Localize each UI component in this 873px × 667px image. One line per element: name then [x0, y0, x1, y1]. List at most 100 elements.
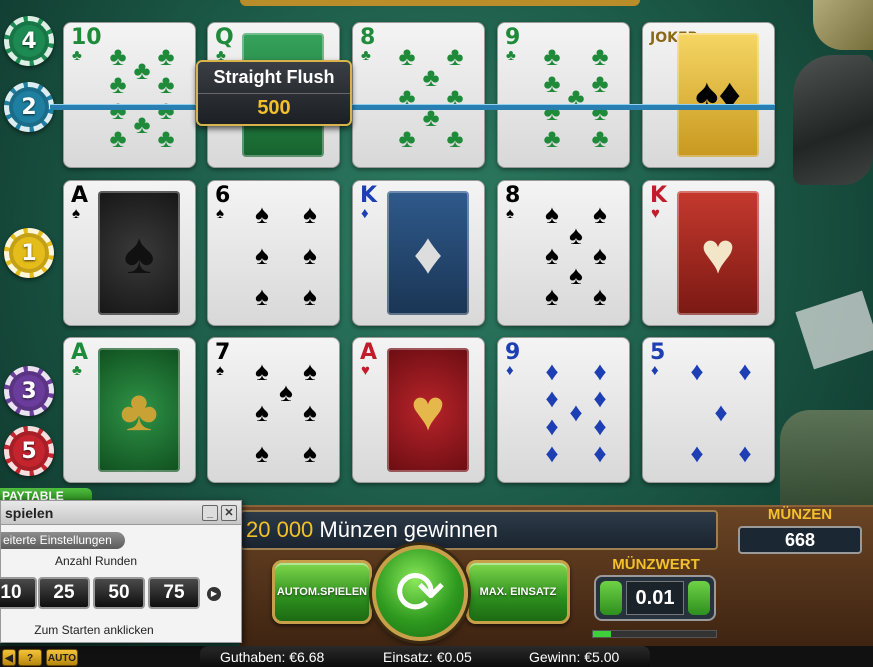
spades-icon: ♠ — [255, 437, 269, 468]
card-pips: ♣ ♣ ♣ ♣ ♣ ♣ ♣ ♣ ♣ — [528, 33, 624, 161]
spades-icon: ♠ — [72, 205, 80, 222]
coin-value-level-fill — [593, 631, 612, 637]
card-row1-1[interactable]: 10♣♣♣♣♣♣♣♣♣♣♣ — [63, 22, 196, 168]
card-face-art: ♣ — [98, 348, 180, 472]
card-row3-5[interactable]: 5 ♦ ♦ ♦ ♦ ♦ ♦ — [642, 337, 775, 483]
rounds-option[interactable]: 50 — [93, 577, 145, 609]
rounds-option[interactable]: 75 — [148, 577, 200, 609]
spades-icon: ♠ — [255, 356, 269, 387]
card-face-art: ♥ — [677, 191, 759, 315]
clubs-icon: ♣ — [109, 41, 127, 72]
message-text: Münzen gewinnen — [313, 517, 498, 542]
clubs-icon: ♣ — [506, 47, 516, 64]
line-chip-3[interactable]: 3 — [4, 366, 54, 416]
clubs-icon: ♣ — [543, 67, 561, 98]
spades-icon: ♠ — [303, 397, 317, 427]
clubs-icon: ♣ — [157, 69, 175, 100]
coin-value-increase-button[interactable] — [688, 581, 710, 615]
diamonds-icon: ♦ — [690, 356, 704, 387]
diamonds-icon: ♦ — [593, 382, 607, 413]
card-pips: ♠ ♠ ♠ ♠ ♠ ♠ ♠ ♠ — [528, 191, 624, 319]
card-row3-3[interactable]: A ♥ ♥ — [352, 337, 485, 483]
spades-icon: ♠ — [303, 199, 317, 230]
rounds-option[interactable]: 10 — [0, 577, 37, 609]
card-rank: JOKER — [650, 30, 699, 46]
card-pips: ♠ ♠ ♠ ♠ ♠ ♠ — [238, 191, 334, 319]
banknote-image — [795, 290, 873, 370]
card-pips: ♠ ♠ ♠ ♠ ♠ ♠ ♠ — [238, 348, 334, 476]
spades-icon: ♠ — [569, 219, 583, 250]
clubs-icon: ♣ — [109, 69, 127, 100]
line-chip-4[interactable]: 4 — [4, 16, 54, 66]
diamonds-icon: ♦ — [545, 356, 559, 387]
card-row1-5[interactable]: JOKER ♠♦ — [642, 22, 775, 168]
clubs-icon: ♣ — [361, 47, 371, 64]
card-row3-1[interactable]: A ♣ ♣ — [63, 337, 196, 483]
autoplay-window-title: spielen — [5, 505, 54, 521]
card-face-art: ♠ — [98, 191, 180, 315]
max-bet-button[interactable]: MAX. EINSATZ — [466, 560, 570, 624]
bet-text: Einsatz: €0.05 — [383, 649, 472, 665]
diamonds-icon: ♦ — [545, 437, 559, 468]
card-row1-4[interactable]: 9 ♣ ♣ ♣ ♣ ♣ ♣ ♣ ♣ ♣ ♣ — [497, 22, 630, 168]
line-chip-1[interactable]: 1 — [4, 228, 54, 278]
diamonds-icon: ♦ — [506, 362, 514, 379]
card-row2-4[interactable]: 8 ♠ ♠ ♠ ♠ ♠ ♠ ♠ ♠ ♠ — [497, 180, 630, 326]
diamonds-icon: ♦ — [593, 437, 607, 468]
card-row2-3[interactable]: K ♦ ♦ — [352, 180, 485, 326]
hearts-icon: ♥ — [361, 362, 370, 379]
clubs-icon: ♣ — [157, 122, 175, 153]
card-row2-5[interactable]: K ♥ ♥ — [642, 180, 775, 326]
win-text: Gewinn: €5.00 — [529, 649, 620, 665]
diamonds-icon: ♦ — [690, 437, 704, 468]
message-amount: 20 000 — [246, 517, 314, 542]
autoplay-button[interactable]: AUTOM.SPIELEN — [272, 560, 372, 624]
clubs-icon: ♣ — [157, 41, 175, 72]
spades-icon: ♠ — [545, 199, 559, 230]
advanced-settings-button[interactable]: eiterte Einstellungen — [1, 532, 125, 549]
spades-icon: ♠ — [303, 280, 317, 311]
clubs-icon: ♣ — [398, 41, 416, 72]
autoplay-window-titlebar: spielen _ ✕ — [1, 501, 241, 525]
refresh-icon: ⟳ — [394, 559, 446, 626]
spades-icon: ♠ — [255, 199, 269, 230]
line-chip-5[interactable]: 5 — [4, 426, 54, 476]
card-row1-3[interactable]: 8 ♣ ♣ ♣ ♣ ♣ ♣ ♣ ♣ ♣ — [352, 22, 485, 168]
minimize-button[interactable]: _ — [202, 505, 218, 521]
card-pips: ♣ ♣ ♣ ♣ ♣ ♣ ♣ ♣ — [383, 33, 479, 161]
spades-icon: ♠ — [569, 260, 583, 291]
card-pips: ♦ ♦ ♦ ♦ ♦ ♦ ♦ ♦ ♦ — [528, 348, 624, 476]
card-row3-2[interactable]: 7 ♠ ♠ ♠ ♠ ♠ ♠ ♠ ♠ — [207, 337, 340, 483]
next-options-button[interactable]: ▶ — [207, 587, 221, 601]
spades-icon: ♠ — [279, 376, 293, 407]
spades-icon: ♠ — [545, 280, 559, 311]
status-center: Guthaben: €6.68 Einsatz: €0.05 Gewinn: €… — [200, 646, 650, 667]
deco-cards-image — [813, 0, 873, 50]
coin-value-decrease-button[interactable] — [600, 581, 622, 615]
clubs-icon: ♣ — [133, 108, 151, 139]
card-row3-4[interactable]: 9 ♦ ♦ ♦ ♦ ♦ ♦ ♦ ♦ ♦ ♦ — [497, 337, 630, 483]
spin-button[interactable]: ⟳ — [372, 545, 468, 641]
speaker-icon: ◀ — [5, 653, 13, 664]
rounds-label: Anzahl Runden — [54, 554, 138, 568]
rounds-option[interactable]: 25 — [38, 577, 90, 609]
clubs-icon: ♣ — [591, 67, 609, 98]
clubs-icon: ♣ — [591, 41, 609, 72]
card-row2-2[interactable]: 6 ♠ ♠ ♠ ♠ ♠ ♠ ♠ — [207, 180, 340, 326]
autoplay-window: spielen _ ✕ eiterte Einstellungen Anzahl… — [0, 500, 242, 643]
clubs-icon: ♣ — [133, 55, 151, 86]
card-row2-1[interactable]: A ♠ ♠ — [63, 180, 196, 326]
auto-mini-button[interactable]: AUTO — [46, 649, 78, 666]
line-chip-2[interactable]: 2 — [4, 82, 54, 132]
spades-icon: ♠ — [255, 280, 269, 311]
close-button[interactable]: ✕ — [221, 505, 237, 521]
balance-text: Guthaben: €6.68 — [220, 649, 325, 665]
card-pips: ♣♣♣♣♣♣♣♣♣♣ — [94, 33, 190, 161]
spades-icon: ♠ — [593, 199, 607, 230]
help-button[interactable]: ? — [18, 649, 42, 666]
diamonds-icon: ♦ — [714, 397, 728, 427]
sound-button[interactable]: ◀ — [2, 649, 16, 666]
card-face-art: ♥ — [387, 348, 469, 472]
card-face-art: ♦ — [387, 191, 469, 315]
coin-value-level-bar — [592, 630, 717, 638]
